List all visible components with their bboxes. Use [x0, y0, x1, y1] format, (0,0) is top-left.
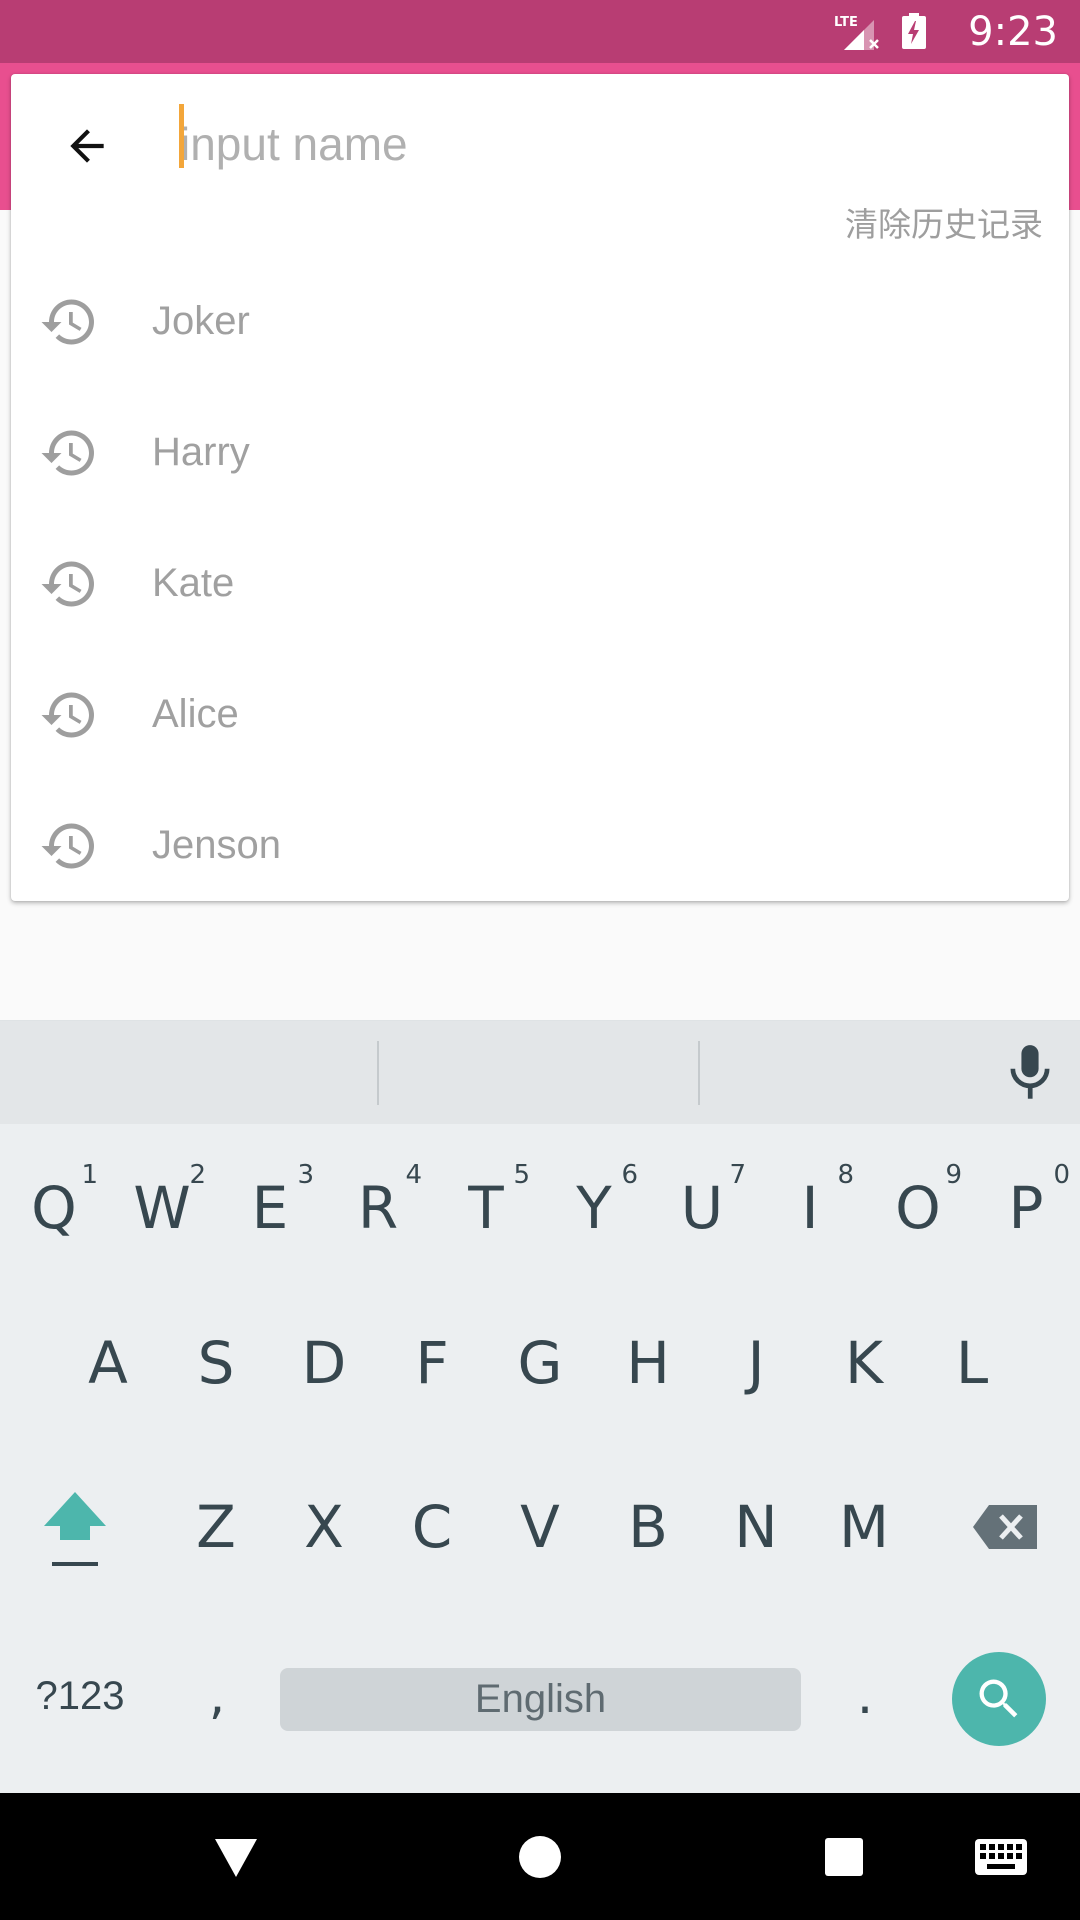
search-icon	[979, 1679, 1018, 1718]
home-nav-button[interactable]	[510, 1827, 570, 1887]
key-h[interactable]: H	[594, 1303, 702, 1423]
history-item-label: Kate	[152, 561, 235, 605]
key-i[interactable]: I8	[756, 1138, 864, 1258]
keyboard-icon	[975, 1839, 1027, 1875]
key-label: T	[468, 1174, 504, 1242]
key-label: W	[133, 1174, 191, 1242]
key-number-hint: 3	[297, 1160, 314, 1190]
key-label: P	[1008, 1174, 1044, 1242]
key-number-hint: 0	[1053, 1160, 1070, 1190]
symbols-key[interactable]: ?123	[10, 1636, 150, 1756]
battery-charging-icon	[902, 13, 926, 49]
recents-nav-button[interactable]	[814, 1827, 874, 1887]
key-j[interactable]: J	[702, 1303, 810, 1423]
key-f[interactable]: F	[378, 1303, 486, 1423]
key-number-hint: 2	[189, 1160, 206, 1190]
history-item[interactable]: Alice	[11, 649, 1069, 780]
history-icon	[41, 299, 94, 344]
history-item-label: Harry	[152, 430, 250, 474]
system-navigation-bar	[0, 1793, 1080, 1920]
key-label: Q	[31, 1174, 77, 1242]
key-o[interactable]: O9	[864, 1138, 972, 1258]
key-g[interactable]: G	[486, 1303, 594, 1423]
key-n[interactable]: N	[702, 1467, 810, 1587]
key-number-hint: 8	[837, 1160, 854, 1190]
key-y[interactable]: Y6	[540, 1138, 648, 1258]
key-x[interactable]: X	[270, 1467, 378, 1587]
status-clock: 9:23	[968, 9, 1058, 55]
key-b[interactable]: B	[594, 1467, 702, 1587]
history-icon	[41, 692, 94, 737]
key-e[interactable]: E3	[216, 1138, 324, 1258]
history-icon	[41, 430, 94, 475]
key-v[interactable]: V	[486, 1467, 594, 1587]
key-number-hint: 5	[513, 1160, 530, 1190]
clear-history-button[interactable]: 清除历史记录	[845, 198, 1043, 246]
key-s[interactable]: S	[162, 1303, 270, 1423]
shift-arrow-icon	[44, 1492, 106, 1566]
key-p[interactable]: P0	[972, 1138, 1080, 1258]
key-c[interactable]: C	[378, 1467, 486, 1587]
key-d[interactable]: D	[270, 1303, 378, 1423]
key-l[interactable]: L	[918, 1303, 1026, 1423]
history-item-label: Jenson	[152, 823, 281, 867]
home-circle-icon	[519, 1836, 561, 1878]
history-item-label: Joker	[152, 299, 250, 343]
key-label: U	[680, 1174, 724, 1242]
comma-key[interactable]: ,	[172, 1636, 262, 1756]
space-bar[interactable]: English	[280, 1668, 801, 1731]
key-m[interactable]: M	[810, 1467, 918, 1587]
keyboard-switch-button[interactable]	[971, 1827, 1031, 1887]
key-number-hint: 6	[621, 1160, 638, 1190]
history-icon	[41, 823, 94, 868]
key-r[interactable]: R4	[324, 1138, 432, 1258]
key-z[interactable]: Z	[162, 1467, 270, 1587]
history-list: Joker Harry Kate Alice Jenson	[11, 256, 1069, 911]
backspace-key[interactable]	[946, 1467, 1066, 1587]
key-k[interactable]: K	[810, 1303, 918, 1423]
text-cursor	[179, 104, 184, 168]
back-triangle-icon	[215, 1839, 257, 1877]
lte-signal-icon: LTE	[834, 15, 879, 50]
period-key[interactable]: .	[820, 1636, 910, 1756]
key-label: O	[895, 1174, 941, 1242]
backspace-icon	[973, 1505, 1037, 1549]
key-u[interactable]: U7	[648, 1138, 756, 1258]
status-bar: LTE 9:23	[0, 0, 1080, 63]
recents-square-icon	[825, 1838, 863, 1876]
network-label: LTE	[834, 15, 858, 30]
suggestion-strip	[0, 1020, 1080, 1124]
microphone-icon[interactable]	[1004, 1043, 1056, 1103]
key-label: I	[801, 1174, 819, 1242]
key-number-hint: 1	[81, 1160, 98, 1190]
back-button[interactable]	[41, 100, 133, 192]
key-w[interactable]: W2	[108, 1138, 216, 1258]
key-a[interactable]: A	[54, 1303, 162, 1423]
key-t[interactable]: T5	[432, 1138, 540, 1258]
key-label: E	[251, 1174, 289, 1242]
key-number-hint: 4	[405, 1160, 422, 1190]
history-icon	[41, 561, 94, 606]
key-number-hint: 9	[945, 1160, 962, 1190]
search-panel: 清除历史记录 Joker Harry Kate Alice	[11, 74, 1069, 901]
keyboard-search-button[interactable]	[952, 1652, 1046, 1746]
key-label: R	[357, 1174, 399, 1242]
shift-key[interactable]	[16, 1467, 134, 1587]
suggestion-divider	[698, 1041, 700, 1105]
key-label: Y	[576, 1174, 612, 1242]
key-number-hint: 7	[729, 1160, 746, 1190]
history-item[interactable]: Jenson	[11, 780, 1069, 911]
back-nav-button[interactable]	[206, 1827, 266, 1887]
history-item[interactable]: Harry	[11, 387, 1069, 518]
history-item[interactable]: Kate	[11, 518, 1069, 649]
history-item-label: Alice	[152, 692, 239, 736]
history-item[interactable]: Joker	[11, 256, 1069, 387]
soft-keyboard: Q1W2E3R4T5Y6U7I8O9P0 ASDFGHJKL ZXCVBNM ?…	[0, 1020, 1080, 1793]
suggestion-divider	[377, 1041, 379, 1105]
arrow-back-icon	[70, 129, 104, 163]
key-q[interactable]: Q1	[0, 1138, 108, 1258]
search-input[interactable]	[168, 104, 1040, 184]
